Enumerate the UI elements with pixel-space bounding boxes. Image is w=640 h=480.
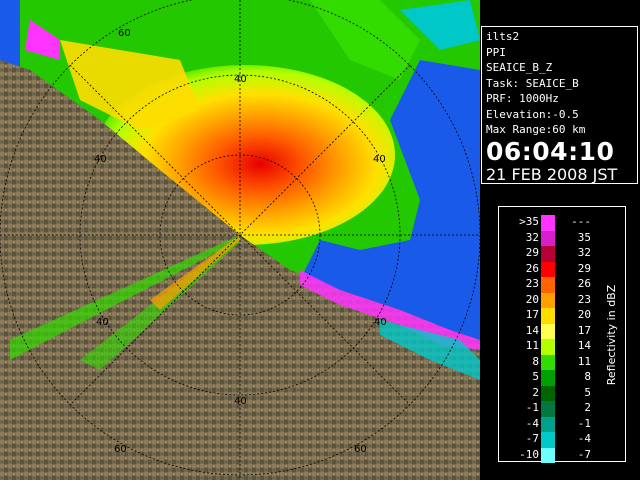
scan-type: PPI [486,45,506,59]
legend-swatch [541,277,555,293]
legend-row: 11 14 [499,339,599,355]
ring-label: 40 [94,154,107,165]
legend-swatch [541,447,555,463]
legend-low-value: 23 [525,277,539,290]
legend-row: -4 -1 [499,416,599,432]
legend-low-value: 2 [532,385,539,399]
legend-unit-text: Reflectivity in dBZ [605,284,618,385]
legend-high-value: 23 [577,292,591,306]
ring-label: 40 [374,317,387,328]
max-range-value: Max Range:60 km [486,123,586,136]
legend-low-value: 26 [525,261,539,275]
legend-high-value: -7 [577,447,591,461]
scan-info-panel: ilts2 PPI SEAICE_B_Z Task: SEAICE_B PRF:… [481,26,638,184]
legend-high-value: 20 [577,308,591,321]
ring-label: 40 [373,154,386,165]
legend-high-value: 29 [577,261,591,275]
legend-high-value: 26 [577,277,591,290]
legend-swatch [541,292,555,308]
product-name: SEAICE_B_Z [486,61,553,74]
legend-high-value: 2 [584,401,591,414]
legend-row: 14 17 [499,323,599,339]
ring-label: 40 [96,317,109,328]
legend-row: 17 20 [499,308,599,324]
task-name: Task: SEAICE_B [486,76,579,90]
legend-swatch [541,370,555,386]
legend-swatch [541,416,555,432]
legend-high-value: 32 [577,246,591,259]
legend-row: -1 2 [499,401,599,417]
legend-swatch [541,246,555,262]
legend-row: 23 26 [499,277,599,293]
legend-low-value: -7 [525,432,539,445]
legend-swatch [541,432,555,448]
legend-high-value: 14 [577,339,591,352]
elevation-value: Elevation:-0.5 [486,107,579,121]
prf-value: PRF: 1000Hz [486,92,559,105]
ring-label: 60 [118,28,131,39]
legend-low-value: 14 [525,323,539,337]
legend-unit-label: Reflectivity in dBZ [605,284,618,385]
legend-row: 8 11 [499,354,599,370]
legend-high-value: -1 [577,416,591,430]
color-legend: >35 --- 32 35 29 32 26 29 23 26 20 23 17 20 14 17 11 14 8 1… [498,206,626,463]
scan-time: 06:04:10 [486,136,615,166]
legend-swatch [541,385,555,401]
legend-low-value: 5 [532,370,539,383]
legend-swatch [541,215,555,231]
legend-swatch [541,308,555,324]
legend-high-value: 35 [577,230,591,244]
legend-low-value: -1 [525,401,539,414]
legend-row: 20 23 [499,292,599,308]
legend-high-value: --- [571,215,591,228]
ring-label: 40 [234,74,247,85]
legend-low-value: 29 [525,246,539,259]
ring-label: 60 [114,444,127,455]
legend-high-value: 5 [584,385,591,399]
legend-swatch [541,401,555,417]
legend-row: -7 -4 [499,432,599,448]
legend-row: 25 [499,385,599,401]
ring-label: 60 [354,444,367,455]
legend-low-value: 17 [525,308,539,321]
radar-name: ilts2 [486,30,520,43]
ring-label: 40 [234,396,247,407]
legend-low-value: 32 [525,230,539,244]
legend-low-value: -10 [519,447,539,461]
legend-high-value: 8 [584,370,591,383]
legend-row: -10 -7 [499,447,599,463]
scan-date: 21 FEB 2008 JST [486,164,618,184]
legend-swatch [541,323,555,339]
legend-row: >35 --- [499,215,599,231]
legend-swatch [541,354,555,370]
legend-low-value: -4 [525,416,539,430]
radar-ppi-image: 40 40 40 40 40 40 60 60 60 [0,0,480,480]
legend-row: 32 35 [499,230,599,246]
legend-swatch [541,230,555,246]
legend-high-value: 11 [577,354,591,368]
legend-swatch [541,339,555,355]
legend-high-value: 17 [577,323,591,337]
legend-low-value: 11 [525,339,539,352]
legend-row: 29 32 [499,246,599,262]
legend-row: 58 [499,370,599,386]
legend-swatch [541,261,555,277]
legend-low-value: 20 [525,292,539,306]
legend-row: 26 29 [499,261,599,277]
legend-low-value: 8 [532,354,539,368]
legend-high-value: -4 [577,432,591,445]
legend-low-value: >35 [519,215,539,228]
